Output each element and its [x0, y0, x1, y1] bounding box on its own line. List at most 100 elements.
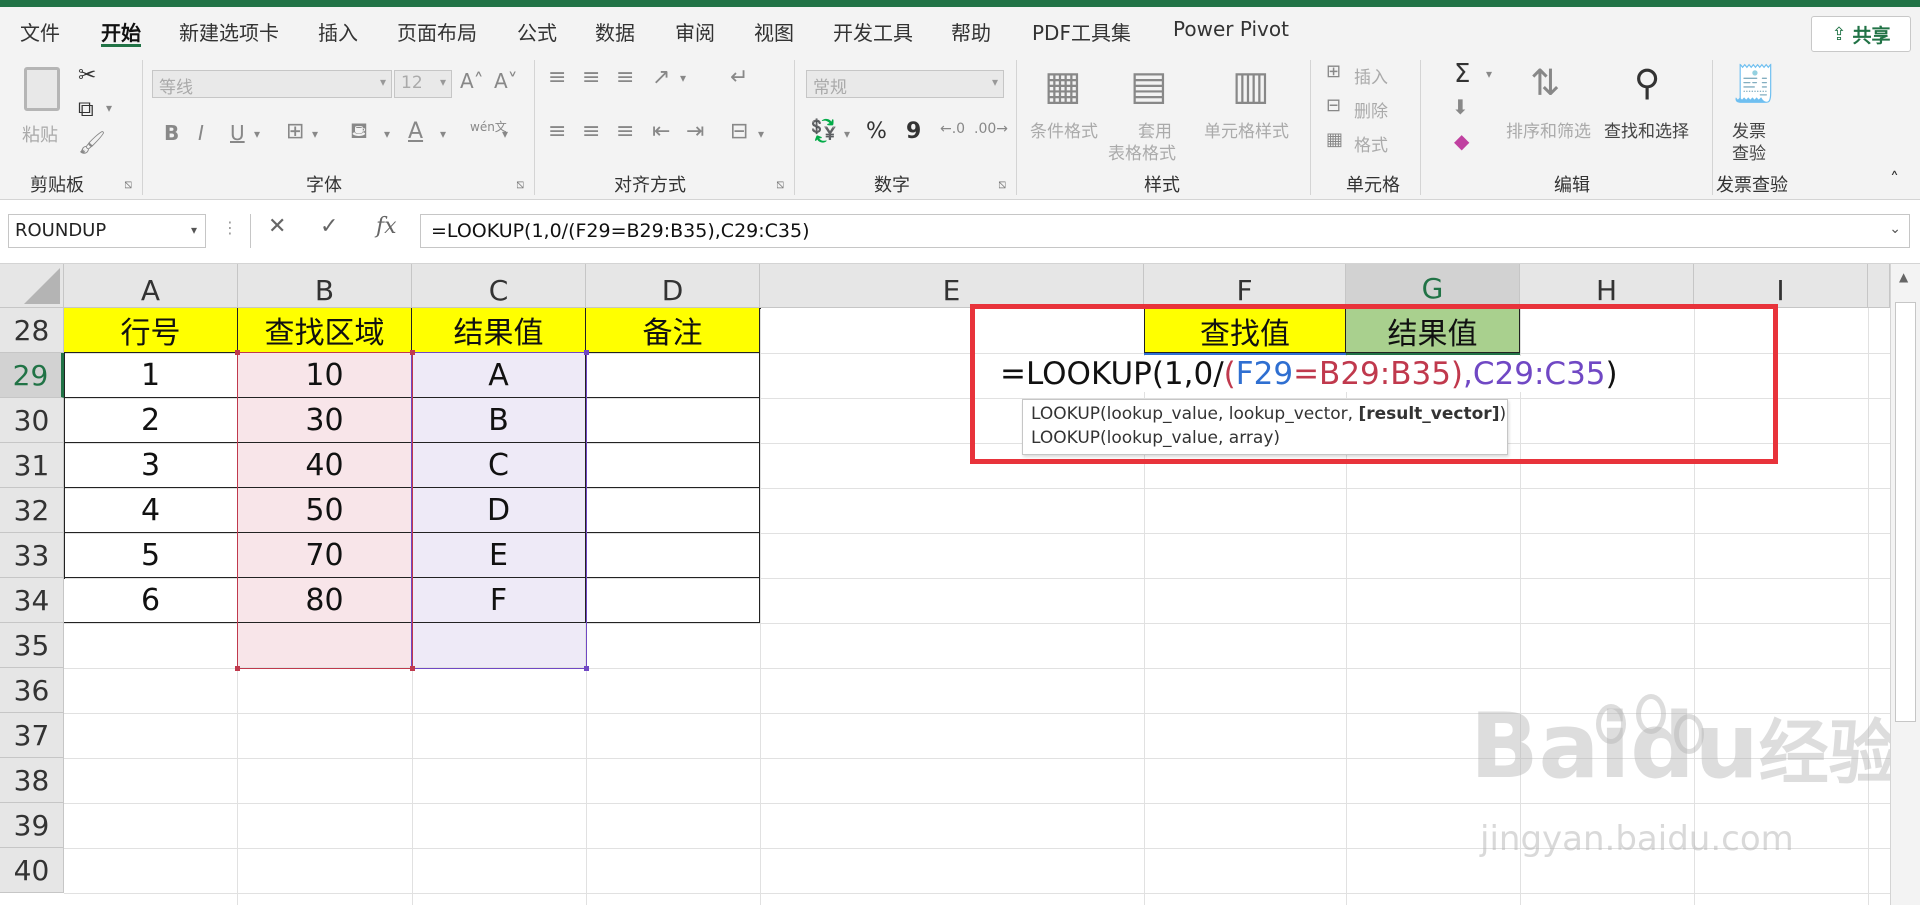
- row-header-38[interactable]: 38: [0, 758, 64, 803]
- merge-center-icon[interactable]: ⊟: [730, 119, 748, 144]
- drag-handle-icon[interactable]: ⋮: [222, 218, 238, 237]
- row-header-35[interactable]: 35: [0, 623, 64, 668]
- table-cell[interactable]: 80: [238, 578, 412, 623]
- column-header-d[interactable]: D: [586, 264, 760, 308]
- table-cell[interactable]: D: [412, 488, 586, 533]
- decrease-indent-icon[interactable]: ⇤: [652, 119, 670, 144]
- table-cell[interactable]: 40: [238, 443, 412, 488]
- chevron-down-icon[interactable]: ▾: [502, 127, 508, 141]
- table-cell[interactable]: [586, 533, 760, 578]
- format-cells-icon[interactable]: ▦: [1326, 129, 1343, 150]
- fill-color-icon[interactable]: ⛾: [350, 119, 368, 147]
- row-header-28[interactable]: 28: [0, 308, 64, 353]
- column-header-extra[interactable]: [1868, 264, 1890, 308]
- align-right-icon[interactable]: ≡: [616, 119, 634, 144]
- row-header-39[interactable]: 39: [0, 803, 64, 848]
- menu-formulas[interactable]: 公式: [517, 17, 557, 46]
- font-launcher-icon[interactable]: ⧅: [516, 177, 524, 192]
- delete-cells-label[interactable]: 删除: [1354, 97, 1388, 122]
- row-header-33[interactable]: 33: [0, 533, 64, 578]
- table-cell[interactable]: C: [412, 443, 586, 488]
- font-color-icon[interactable]: A: [408, 119, 423, 144]
- chevron-down-icon[interactable]: ▾: [1486, 67, 1492, 81]
- cut-icon[interactable]: ✂: [78, 63, 96, 88]
- table-cell[interactable]: 4: [64, 488, 238, 533]
- table-format-button[interactable]: ▤ 套用 表格格式: [1108, 63, 1198, 164]
- increase-indent-icon[interactable]: ⇥: [686, 119, 704, 144]
- table-cell[interactable]: 50: [238, 488, 412, 533]
- number-launcher-icon[interactable]: ⧅: [998, 177, 1006, 192]
- menu-insert[interactable]: 插入: [318, 17, 358, 46]
- scroll-up-icon[interactable]: ▲: [1899, 270, 1908, 284]
- range-handle[interactable]: [235, 350, 240, 355]
- enter-button[interactable]: ✓: [320, 214, 338, 239]
- bold-button[interactable]: B: [164, 121, 179, 145]
- menu-view[interactable]: 视图: [754, 17, 794, 46]
- cancel-button[interactable]: ✕: [268, 214, 286, 239]
- alignment-launcher-icon[interactable]: ⧅: [776, 177, 784, 192]
- align-bottom-icon[interactable]: ≡: [616, 65, 634, 90]
- table-cell[interactable]: E: [412, 533, 586, 578]
- align-top-icon[interactable]: ≡: [548, 65, 566, 90]
- column-header-h[interactable]: H: [1520, 264, 1694, 308]
- row-header-31[interactable]: 31: [0, 443, 64, 488]
- collapse-ribbon-icon[interactable]: ˄: [1890, 169, 1899, 190]
- formula-input[interactable]: =LOOKUP(1,0/(F29=B29:B35),C29:C35) ⌄: [420, 214, 1910, 248]
- column-header-f[interactable]: F: [1144, 264, 1346, 308]
- chevron-down-icon[interactable]: ▾: [440, 127, 446, 141]
- range-handle[interactable]: [235, 666, 240, 671]
- table-cell[interactable]: [586, 443, 760, 488]
- table-header-cell[interactable]: 结果值: [412, 308, 586, 353]
- range-cell-c35[interactable]: [412, 623, 586, 668]
- menu-data[interactable]: 数据: [595, 17, 635, 46]
- table-cell[interactable]: A: [412, 353, 586, 398]
- comma-button[interactable]: 9: [906, 119, 921, 144]
- scrollbar-thumb[interactable]: [1895, 302, 1916, 722]
- menu-file[interactable]: 文件: [20, 17, 60, 46]
- chevron-down-icon[interactable]: ▾: [680, 71, 686, 85]
- find-select-button[interactable]: ⚲ 查找和选择: [1604, 63, 1700, 163]
- currency-icon[interactable]: 💱: [810, 119, 837, 144]
- menu-home[interactable]: 开始: [101, 17, 141, 46]
- chevron-down-icon[interactable]: ▾: [312, 127, 318, 141]
- cell-style-button[interactable]: ▥ 单元格样式: [1204, 63, 1300, 163]
- vertical-scrollbar[interactable]: ▲: [1890, 264, 1920, 905]
- column-header-i[interactable]: I: [1694, 264, 1868, 308]
- row-header-37[interactable]: 37: [0, 713, 64, 758]
- align-middle-icon[interactable]: ≡: [582, 65, 600, 90]
- increase-decimal-icon[interactable]: ←.0: [940, 121, 965, 137]
- chevron-down-icon[interactable]: ▾: [844, 127, 850, 141]
- menu-new-tab[interactable]: 新建选项卡: [179, 17, 279, 46]
- invoice-check-button[interactable]: 🧾 发票 查验: [1726, 63, 1786, 164]
- table-cell[interactable]: [586, 578, 760, 623]
- table-cell[interactable]: 30: [238, 398, 412, 443]
- column-header-g[interactable]: G: [1346, 264, 1520, 308]
- align-left-icon[interactable]: ≡: [548, 119, 566, 144]
- table-cell[interactable]: 1: [64, 353, 238, 398]
- delete-cells-icon[interactable]: ⊟: [1326, 95, 1341, 116]
- font-grow-icon[interactable]: A˄: [460, 69, 484, 93]
- range-cell-b35[interactable]: [238, 623, 412, 668]
- insert-cells-icon[interactable]: ⊞: [1326, 61, 1341, 82]
- conditional-format-button[interactable]: ▦ 条件格式: [1030, 63, 1106, 163]
- table-cell[interactable]: 6: [64, 578, 238, 623]
- insert-cells-label[interactable]: 插入: [1354, 63, 1388, 88]
- menu-pdf-tools[interactable]: PDF工具集: [1032, 17, 1131, 46]
- menu-help[interactable]: 帮助: [951, 17, 991, 46]
- column-header-a[interactable]: A: [64, 264, 238, 308]
- range-handle[interactable]: [410, 666, 415, 671]
- table-cell[interactable]: [586, 353, 760, 398]
- menu-developer[interactable]: 开发工具: [833, 17, 913, 46]
- format-painter-icon[interactable]: 🖌: [78, 131, 106, 156]
- row-header-34[interactable]: 34: [0, 578, 64, 623]
- select-all-corner[interactable]: [0, 264, 64, 308]
- menu-page-layout[interactable]: 页面布局: [397, 17, 477, 46]
- autosum-button[interactable]: Σ: [1454, 59, 1470, 89]
- align-center-icon[interactable]: ≡: [582, 119, 600, 144]
- table-cell[interactable]: F: [412, 578, 586, 623]
- copy-icon[interactable]: ⧉: [78, 97, 94, 122]
- font-shrink-icon[interactable]: A˅: [494, 69, 518, 93]
- table-header-cell[interactable]: 行号: [64, 308, 238, 353]
- menu-power-pivot[interactable]: Power Pivot: [1173, 17, 1289, 41]
- expand-formula-icon[interactable]: ⌄: [1889, 221, 1901, 237]
